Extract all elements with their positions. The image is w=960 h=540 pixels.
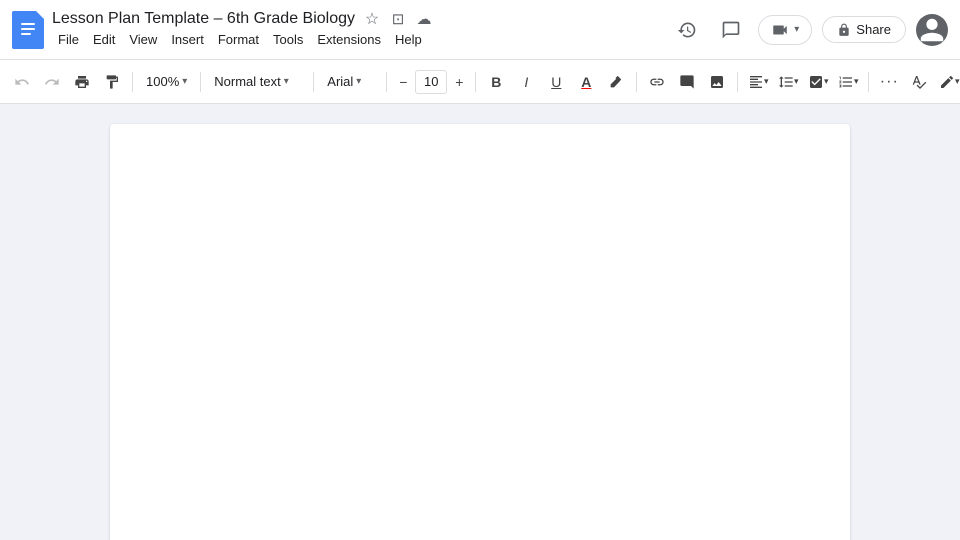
more-options-button[interactable]: ··· xyxy=(875,68,903,96)
style-chevron-icon: ▾ xyxy=(284,76,289,87)
menu-bar: File Edit View Insert Format Tools Exten… xyxy=(52,30,662,49)
redo-button[interactable] xyxy=(38,68,66,96)
document-page[interactable] xyxy=(110,124,850,540)
move-to-icon[interactable]: ⊡ xyxy=(389,10,407,28)
menu-tools[interactable]: Tools xyxy=(267,30,309,49)
toolbar: 100% ▾ Normal text ▾ Arial ▾ − + B I U A xyxy=(0,60,960,104)
zoom-label: 100% xyxy=(146,74,179,89)
comment-button[interactable] xyxy=(673,68,701,96)
checklist-button[interactable]: ▾ xyxy=(804,68,832,96)
title-section: Lesson Plan Template – 6th Grade Biology… xyxy=(52,10,662,49)
separator-6 xyxy=(636,72,637,92)
video-call-button[interactable]: ▾ xyxy=(758,15,812,45)
comments-icon[interactable] xyxy=(714,13,748,47)
style-dropdown[interactable]: Normal text ▾ xyxy=(207,68,307,96)
font-dropdown[interactable]: Arial ▾ xyxy=(320,68,380,96)
paint-format-button[interactable] xyxy=(98,68,126,96)
separator-7 xyxy=(737,72,738,92)
underline-button[interactable]: U xyxy=(542,68,570,96)
menu-file[interactable]: File xyxy=(52,30,85,49)
share-label: Share xyxy=(856,22,891,37)
undo-button[interactable] xyxy=(8,68,36,96)
font-size-decrease-button[interactable]: − xyxy=(393,70,413,94)
spellcheck-button[interactable] xyxy=(905,68,933,96)
text-color-label: A xyxy=(581,74,591,90)
menu-insert[interactable]: Insert xyxy=(165,30,210,49)
title-row: Lesson Plan Template – 6th Grade Biology… xyxy=(52,10,662,28)
highlight-button[interactable] xyxy=(602,68,630,96)
menu-edit[interactable]: Edit xyxy=(87,30,121,49)
separator-3 xyxy=(313,72,314,92)
google-docs-icon[interactable] xyxy=(12,11,44,49)
video-btn-chevron: ▾ xyxy=(794,24,799,35)
cloud-sync-icon[interactable]: ☁ xyxy=(415,10,433,28)
bold-label: B xyxy=(491,74,501,90)
ordered-list-button[interactable]: ▾ xyxy=(834,68,862,96)
font-label: Arial xyxy=(327,74,353,89)
font-size-box: − + xyxy=(393,70,469,94)
zoom-chevron-icon: ▾ xyxy=(182,76,187,87)
zoom-dropdown[interactable]: 100% ▾ xyxy=(139,68,194,96)
separator-4 xyxy=(386,72,387,92)
star-icon[interactable]: ☆ xyxy=(363,10,381,28)
menu-format[interactable]: Format xyxy=(212,30,265,49)
font-size-increase-button[interactable]: + xyxy=(449,70,469,94)
align-button[interactable]: ▾ xyxy=(744,68,772,96)
print-button[interactable] xyxy=(68,68,96,96)
share-button[interactable]: Share xyxy=(822,16,906,43)
font-chevron-icon: ▾ xyxy=(356,76,361,87)
separator-5 xyxy=(475,72,476,92)
bold-button[interactable]: B xyxy=(482,68,510,96)
draw-button[interactable]: ▾ xyxy=(935,68,960,96)
header-right: ▾ Share xyxy=(670,13,948,47)
separator-8 xyxy=(868,72,869,92)
user-avatar[interactable] xyxy=(916,14,948,46)
header-icons: ☆ ⊡ ☁ xyxy=(363,10,433,28)
underline-label: U xyxy=(551,74,561,90)
header: Lesson Plan Template – 6th Grade Biology… xyxy=(0,0,960,60)
italic-button[interactable]: I xyxy=(512,68,540,96)
separator-2 xyxy=(200,72,201,92)
doc-title[interactable]: Lesson Plan Template – 6th Grade Biology xyxy=(52,10,355,28)
history-icon[interactable] xyxy=(670,13,704,47)
font-size-input[interactable] xyxy=(415,70,447,94)
text-color-button[interactable]: A xyxy=(572,68,600,96)
link-button[interactable] xyxy=(643,68,671,96)
menu-help[interactable]: Help xyxy=(389,30,428,49)
image-button[interactable] xyxy=(703,68,731,96)
document-area[interactable] xyxy=(0,104,960,540)
more-options-icon: ··· xyxy=(880,73,899,91)
separator-1 xyxy=(132,72,133,92)
italic-label: I xyxy=(524,74,528,90)
menu-view[interactable]: View xyxy=(123,30,163,49)
style-label: Normal text xyxy=(214,74,280,89)
menu-extensions[interactable]: Extensions xyxy=(311,30,387,49)
line-spacing-button[interactable]: ▾ xyxy=(774,68,802,96)
